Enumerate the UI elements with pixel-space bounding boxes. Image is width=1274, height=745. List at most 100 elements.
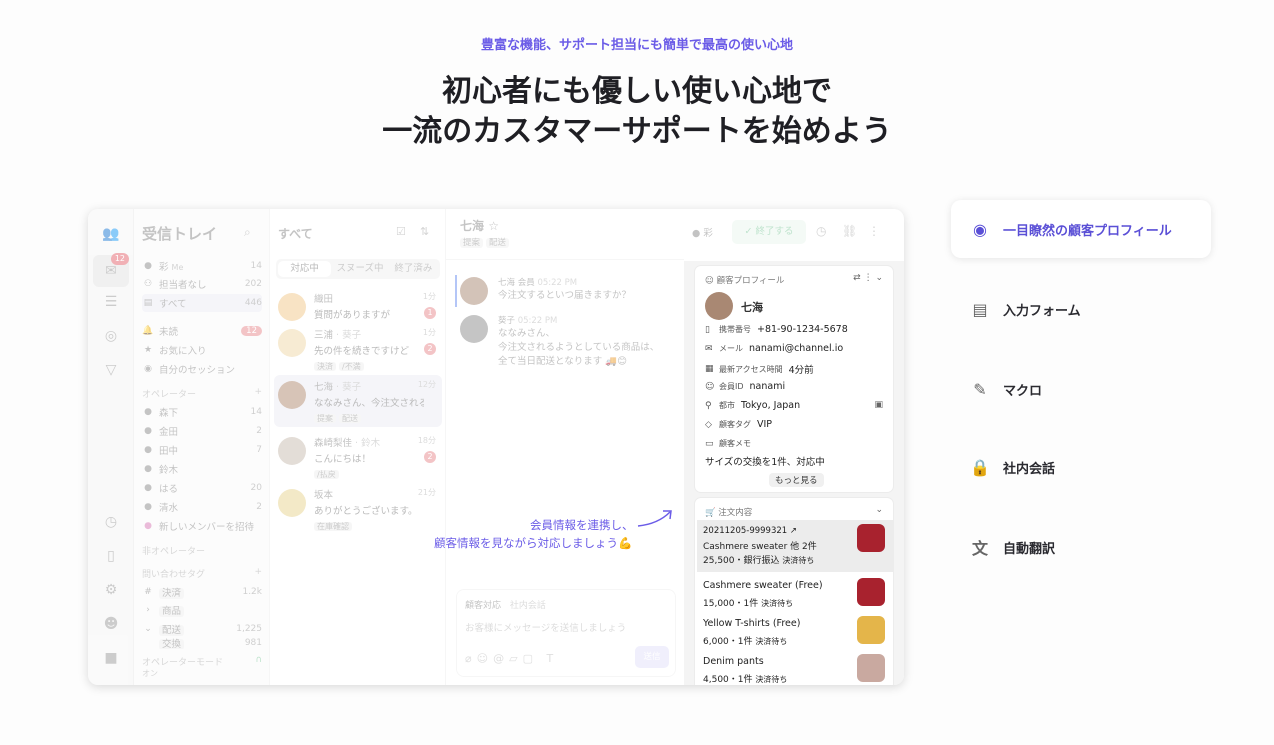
inbox-item-unread[interactable]: 🔔 未読 12 xyxy=(142,322,262,340)
map-icon[interactable]: ▣ xyxy=(874,400,883,410)
star-icon[interactable]: ☆ xyxy=(488,219,499,233)
app-logo-icon[interactable]: ■ xyxy=(102,649,120,667)
tab-reply[interactable]: 顧客対応 xyxy=(465,601,501,611)
eye-icon: ◉ xyxy=(144,364,152,374)
tab-closed[interactable]: 終了済み xyxy=(387,259,440,279)
headline-line-1: 初心者にも優しい使い心地で xyxy=(442,74,832,109)
tab-open[interactable]: 対応中 xyxy=(278,261,332,277)
link-icon[interactable]: ⛓ xyxy=(842,224,857,238)
feature-customer-profile[interactable]: ◉ 一目瞭然の顧客プロフィール xyxy=(951,200,1211,258)
funnel-icon[interactable]: ▽ xyxy=(102,361,120,379)
tag-item[interactable]: 交換 981 xyxy=(142,637,262,649)
operators-section: オペレーター + xyxy=(142,387,262,400)
avatar: ● xyxy=(144,502,152,512)
badge-icon[interactable]: ◎ xyxy=(102,327,120,345)
attach-icon[interactable]: ⌀ xyxy=(465,652,477,665)
tab-snoozed[interactable]: スヌーズ中 xyxy=(333,259,386,279)
inbox-item-own-session[interactable]: ◉ 自分のセッション xyxy=(142,360,262,378)
bell-icon: 🔔 xyxy=(142,326,154,336)
product-thumbnail xyxy=(857,616,885,644)
arrow-icon xyxy=(637,510,672,527)
invite-member-item[interactable]: ● 新しいメンバーを招待 xyxy=(142,517,262,535)
close-chat-button[interactable]: ✓ 終了する xyxy=(732,220,806,244)
macro-icon: ✎ xyxy=(973,379,987,399)
macro-icon[interactable]: ▱ xyxy=(509,652,522,665)
user-avatar-icon[interactable]: ☻ xyxy=(102,615,120,633)
inbox-item-favorites[interactable]: ★ お気に入り xyxy=(142,341,262,359)
text-format-icon[interactable]: T xyxy=(546,652,558,665)
feature-input-form[interactable]: ▤ 入力フォーム xyxy=(951,280,1211,338)
chevron-down-icon[interactable]: ⌄ xyxy=(875,505,883,515)
conversation-item-selected[interactable]: 七海 · 葵子 12分 ななみさん、今注文される… 提案配送 xyxy=(274,375,442,427)
message-customer: 七海 会員 05:22 PM 今注文するといつ届きますか？ xyxy=(455,275,690,307)
inbox-item-unassigned[interactable]: ⚇ 担当者なし 202 xyxy=(142,275,262,293)
translate-icon: 文 xyxy=(971,539,988,558)
checkbox-icon[interactable]: ☑ xyxy=(396,225,406,238)
inbox-icon[interactable]: ✉ 12 xyxy=(93,253,129,287)
conversation-item[interactable]: 坂本 21分 ありがとうございます。 在庫確認 xyxy=(274,483,442,535)
sort-icon[interactable]: ⇅ xyxy=(420,225,429,238)
book-icon[interactable]: ▯ xyxy=(102,547,120,565)
feature-auto-translate[interactable]: 文 自動翻訳 xyxy=(951,518,1211,576)
tab-internal[interactable]: 社内会話 xyxy=(510,601,546,611)
team-icon[interactable]: 👥 xyxy=(102,225,120,243)
more-icon[interactable]: ⋮ xyxy=(868,224,880,238)
operator-item[interactable]: ● 清水 2 xyxy=(142,498,262,516)
order-item[interactable]: Denim pants 4,500・1件 決済待ち xyxy=(697,650,893,685)
chevron-right-icon: › xyxy=(146,605,150,615)
order-item[interactable]: 20211205-9999321 ↗ Cashmere sweater 他 2件… xyxy=(697,520,893,572)
memo-icon: ▭ xyxy=(705,438,714,449)
assignee-label[interactable]: ● 彩 xyxy=(692,225,713,239)
emoji-icon[interactable]: ☺ xyxy=(477,652,493,665)
inbox-item-me[interactable]: ● 彩 Me 14 xyxy=(142,257,262,275)
operator-item[interactable]: ● はる 20 xyxy=(142,479,262,497)
divider xyxy=(446,259,684,260)
message-input[interactable]: お客様にメッセージを送信しましょう xyxy=(465,620,626,634)
operator-item[interactable]: ● 森下 14 xyxy=(142,403,262,421)
headset-icon[interactable]: ∩ xyxy=(255,655,262,665)
profile-field-email: ✉ メール nanami@channel.io xyxy=(705,343,844,354)
send-button[interactable]: 送信 xyxy=(635,646,669,668)
people-icon: ⚇ xyxy=(143,279,153,289)
tag-item[interactable]: ⌄ 配送 1,225 xyxy=(142,620,262,638)
message-composer[interactable]: 顧客対応 社内会話 お客様にメッセージを送信しましょう ⌀☺@▱▢ T 送信 xyxy=(456,589,676,677)
inbox-item-all[interactable]: ▤ すべて 446 xyxy=(142,294,262,312)
external-link-icon[interactable]: ↗ xyxy=(790,526,797,536)
chat-title: 七海 ☆ xyxy=(460,219,499,233)
conversation-item[interactable]: 森崎梨佳 · 鈴木 18分 こんにちは！ /払戻 2 xyxy=(274,431,442,483)
operator-item[interactable]: ● 金田 2 xyxy=(142,422,262,440)
invite-icon: ● xyxy=(144,521,152,531)
operator-mode-value: オン xyxy=(142,669,158,678)
gear-icon[interactable]: ⚙ xyxy=(102,581,120,599)
conversation-list: すべて ☑ ⇅ 対応中 スヌーズ中 終了済み 織田 1分 質問がありますが 1 … xyxy=(270,209,446,685)
mention-icon[interactable]: @ xyxy=(493,652,509,665)
snooze-icon[interactable]: ◷ xyxy=(816,224,826,238)
clock-icon[interactable]: ◷ xyxy=(102,513,120,531)
avatar xyxy=(278,329,306,357)
avatar: ● xyxy=(144,407,152,417)
more-icon[interactable]: ⋮ xyxy=(864,273,873,283)
eyebrow-text: 豊富な機能、サポート担当にも簡単で最高の使い心地 xyxy=(480,38,793,53)
star-icon: ★ xyxy=(143,345,153,355)
swap-icon[interactable]: ⇄ xyxy=(853,273,861,283)
chevron-down-icon[interactable]: ⌄ xyxy=(875,273,883,283)
message-operator: 葵子 05:22 PM ななみさん、 今注文されるようとしている商品は、 全て当… xyxy=(460,315,690,375)
avatar: ● xyxy=(144,445,152,455)
mail-icon: ✉ xyxy=(705,343,713,354)
feature-macro[interactable]: ✎ マクロ xyxy=(951,360,1211,418)
tag-item[interactable]: # 決済 1.2k xyxy=(142,583,262,601)
tag-item[interactable]: › 商品 xyxy=(142,601,262,619)
orders-header: 🛒 注文内容 xyxy=(705,508,753,518)
more-button[interactable]: もっと見る xyxy=(769,473,824,487)
annotation-line-2: 顧客情報を見ながら対応しましょう💪 xyxy=(434,536,633,550)
conversation-item[interactable]: 三浦 · 葵子 1分 先の件を続きですけど 決済/不満 2 xyxy=(274,323,442,375)
operator-item[interactable]: ● 田中 7 xyxy=(142,441,262,459)
operator-item[interactable]: ● 鈴木 xyxy=(142,460,262,478)
list-icon[interactable]: ☰ xyxy=(102,293,120,311)
form-icon[interactable]: ▢ xyxy=(523,652,538,665)
chevron-down-icon: ⌄ xyxy=(144,624,152,634)
add-icon[interactable]: + xyxy=(254,567,262,577)
feature-internal-chat[interactable]: 🔒 社内会話 xyxy=(951,438,1211,496)
add-icon[interactable]: + xyxy=(254,387,262,397)
search-icon[interactable]: ⌕ xyxy=(244,225,251,240)
